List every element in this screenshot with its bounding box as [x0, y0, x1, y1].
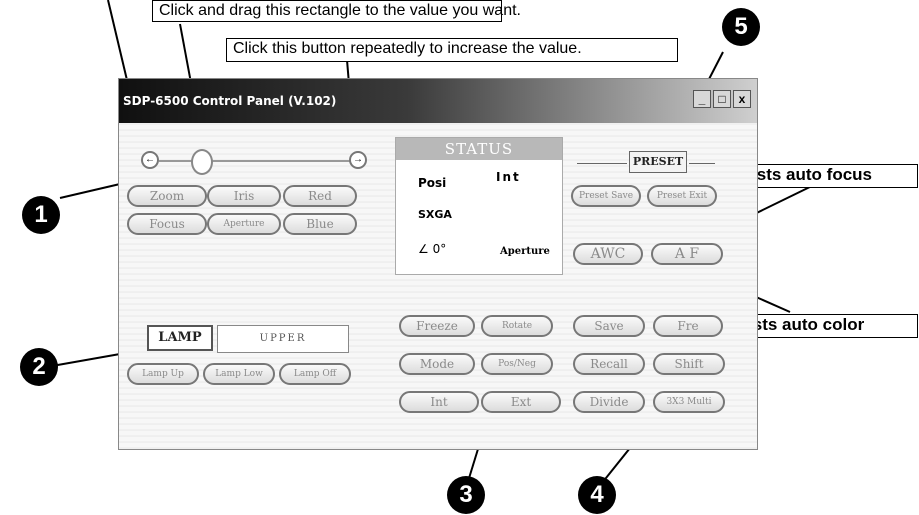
- recall-button[interactable]: Recall: [573, 353, 645, 375]
- save-button[interactable]: Save: [573, 315, 645, 337]
- connector-group1: [59, 183, 121, 199]
- lamp-off-button[interactable]: Lamp Off: [279, 363, 351, 385]
- blue-button[interactable]: Blue: [283, 213, 357, 235]
- control-panel-window: SDP-6500 Control Panel (V.102) _ □ x ← →…: [118, 78, 758, 450]
- mode-button[interactable]: Mode: [399, 353, 475, 375]
- connector-lamp: [51, 353, 121, 367]
- red-button[interactable]: Red: [283, 185, 357, 207]
- slider-track[interactable]: [159, 160, 355, 162]
- badge-2: 2: [20, 348, 58, 386]
- divide-button[interactable]: Divide: [573, 391, 645, 413]
- badge-4: 4: [578, 476, 616, 514]
- int-button[interactable]: Int: [399, 391, 479, 413]
- lamp-low-button[interactable]: Lamp Low: [203, 363, 275, 385]
- pos-neg-button[interactable]: Pos/Neg: [481, 353, 553, 375]
- slider-increase-button[interactable]: →: [349, 151, 367, 169]
- preset-save-button[interactable]: Preset Save: [571, 185, 641, 207]
- fre-button[interactable]: Fre: [653, 315, 723, 337]
- window-titlebar[interactable]: SDP-6500 Control Panel (V.102): [119, 79, 757, 123]
- ext-button[interactable]: Ext: [481, 391, 561, 413]
- rotate-button[interactable]: Rotate: [481, 315, 553, 337]
- awc-button[interactable]: AWC: [573, 243, 643, 265]
- callout-drag: Click and drag this rectangle to the val…: [152, 0, 521, 22]
- window-title: SDP-6500 Control Panel (V.102): [123, 94, 337, 108]
- freeze-button[interactable]: Freeze: [399, 315, 475, 337]
- aperture-button[interactable]: Aperture: [207, 213, 281, 235]
- lamp-label: LAMP: [147, 325, 213, 351]
- preset-divider-right: [689, 163, 715, 164]
- zoom-button[interactable]: Zoom: [127, 185, 207, 207]
- status-title: STATUS: [396, 138, 562, 160]
- 3x3-multi-button[interactable]: 3X3 Multi: [653, 391, 725, 413]
- lamp-status-field: UPPER: [217, 325, 349, 353]
- slider-decrease-button[interactable]: ←: [141, 151, 159, 169]
- status-aperture: Aperture: [500, 246, 550, 257]
- af-button[interactable]: A F: [651, 243, 723, 265]
- preset-exit-button[interactable]: Preset Exit: [647, 185, 717, 207]
- close-button[interactable]: x: [733, 90, 751, 108]
- focus-button[interactable]: Focus: [127, 213, 207, 235]
- preset-divider-left: [577, 163, 627, 164]
- minimize-button[interactable]: _: [693, 90, 711, 108]
- status-resolution: SXGA: [418, 208, 452, 221]
- badge-1: 1: [22, 196, 60, 234]
- shift-button[interactable]: Shift: [653, 353, 725, 375]
- badge-5: 5: [722, 8, 760, 46]
- preset-label: PRESET: [629, 151, 687, 173]
- lamp-up-button[interactable]: Lamp Up: [127, 363, 199, 385]
- status-posi: Posi: [418, 176, 447, 190]
- badge-3: 3: [447, 476, 485, 514]
- iris-button[interactable]: Iris: [207, 185, 281, 207]
- slider-thumb[interactable]: [191, 149, 213, 175]
- status-int: Int: [496, 170, 521, 184]
- maximize-button[interactable]: □: [713, 90, 731, 108]
- status-angle: ∠ 0°: [418, 242, 447, 256]
- callout-click: Click this button repeatedly to increase…: [226, 38, 678, 62]
- status-panel: STATUS Posi Int SXGA ∠ 0° Aperture: [395, 137, 563, 275]
